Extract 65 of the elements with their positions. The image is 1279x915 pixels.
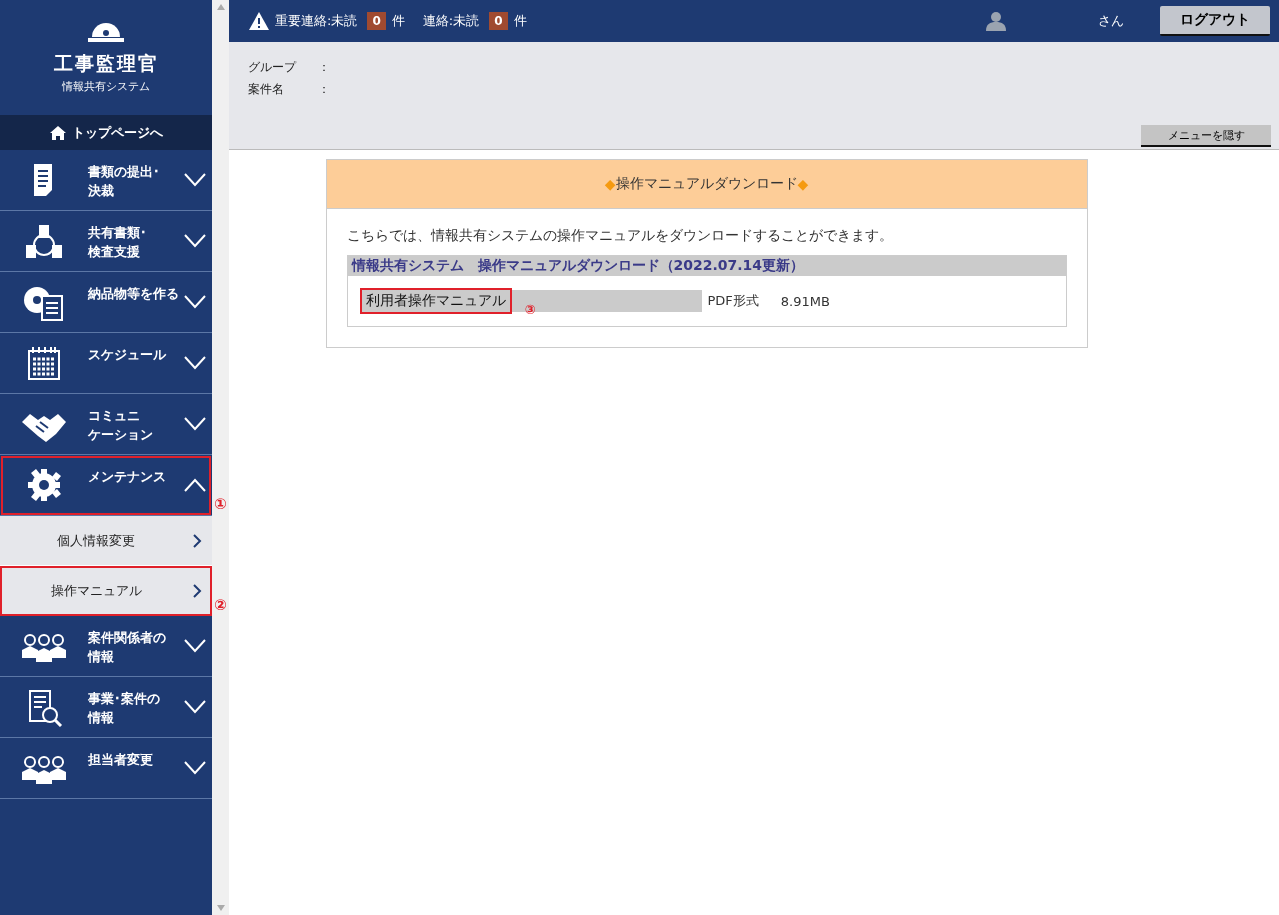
- warning-icon: [249, 12, 269, 30]
- annotation-number: ①: [214, 495, 227, 513]
- logo-title: 工事監理官: [53, 51, 159, 76]
- sidebar-menu-item[interactable]: 事業･案件の 情報: [0, 677, 212, 738]
- scrollbar[interactable]: [212, 0, 229, 915]
- submenu-label: 操作マニュアル: [49, 581, 143, 600]
- manual-download-link[interactable]: 利用者操作マニュアル: [361, 290, 510, 312]
- logout-button[interactable]: ログアウト: [1160, 6, 1270, 36]
- unread-count-badge: 0: [367, 12, 386, 30]
- chevron-down-icon: [184, 173, 206, 187]
- menu-label: 案件関係者の 情報: [88, 629, 167, 666]
- chevron-down-icon: [184, 761, 206, 775]
- helmet-logo-icon: [86, 21, 126, 45]
- logo-subtitle: 情報共有システム: [62, 79, 150, 94]
- info-separator: ：: [318, 81, 330, 98]
- menu-label: 担当者変更: [88, 751, 154, 769]
- chevron-down-icon: [184, 295, 206, 309]
- chevron-down-icon: [184, 356, 206, 370]
- menu-label: 納品物等を作る: [88, 285, 180, 303]
- sidebar-menu-item[interactable]: コミュニ ケーション: [0, 394, 212, 455]
- info-separator: ：: [318, 59, 330, 76]
- hide-menu-button[interactable]: メニューを隠す: [1141, 125, 1271, 147]
- alert-label: 連絡:未読: [422, 12, 480, 30]
- file-format: PDF形式: [707, 292, 759, 310]
- top-page-link[interactable]: トップページへ: [0, 115, 212, 150]
- menu-label: スケジュール: [88, 346, 167, 364]
- chevron-down-icon: [184, 234, 206, 248]
- sidebar-menu-item[interactable]: 共有書類･ 検査支援: [0, 211, 212, 272]
- user-name-suffix: さん: [1098, 12, 1124, 30]
- menu-label: 事業･案件の 情報: [88, 690, 161, 727]
- submenu-label: 個人情報変更: [56, 531, 136, 550]
- menu-label: 書類の提出･ 決裁: [88, 163, 161, 200]
- user-icon: [986, 11, 1006, 31]
- alert-label: 重要連絡:未読: [275, 12, 358, 30]
- chevron-down-icon: [184, 639, 206, 653]
- sidebar-menu-item[interactable]: 書類の提出･ 決裁: [0, 150, 212, 211]
- info-label: グループ: [248, 59, 298, 76]
- scroll-up-icon[interactable]: [216, 4, 225, 10]
- sidebar-menu-item[interactable]: 担当者変更: [0, 738, 212, 799]
- description-text: こちらでは、情報共有システムの操作マニュアルをダウンロードすることができます。: [346, 227, 894, 245]
- chevron-down-icon: [184, 417, 206, 431]
- annotation-number: ③: [524, 302, 536, 317]
- submenu-item[interactable]: 個人情報変更: [0, 516, 212, 566]
- sidebar-menu-item[interactable]: 案件関係者の 情報: [0, 616, 212, 677]
- sidebar-menu-item[interactable]: 納品物等を作る: [0, 272, 212, 333]
- info-label: 案件名: [248, 81, 285, 98]
- count-unit: 件: [391, 12, 405, 30]
- diamond-mark: ◆: [797, 176, 809, 192]
- chevron-up-icon: [184, 478, 206, 492]
- count-unit: 件: [513, 12, 527, 30]
- file-size: 8.91MB: [780, 293, 830, 309]
- scroll-down-icon[interactable]: [216, 905, 225, 911]
- menu-label: メンテナンス: [88, 468, 167, 486]
- section-title: 情報共有システム 操作マニュアルダウンロード（2022.07.14更新）: [347, 256, 1066, 276]
- unread-count-badge: 0: [489, 12, 508, 30]
- chevron-right-icon: [192, 583, 202, 598]
- chevron-down-icon: [184, 700, 206, 714]
- card-title: 操作マニュアルダウンロード: [615, 175, 798, 193]
- menu-label: 共有書類･ 検査支援: [88, 224, 148, 261]
- annotation-number: ②: [214, 596, 227, 614]
- menu-label: コミュニ ケーション: [88, 407, 154, 444]
- sidebar-menu-item[interactable]: スケジュール: [0, 333, 212, 394]
- chevron-right-icon: [192, 533, 202, 548]
- diamond-mark: ◆: [604, 176, 616, 192]
- home-icon: [49, 125, 66, 140]
